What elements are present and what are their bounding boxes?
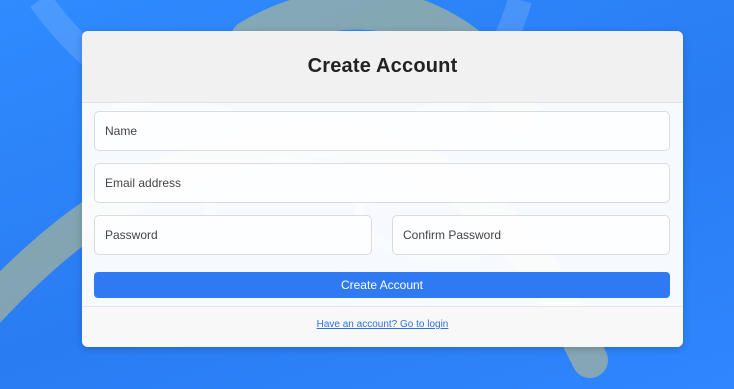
card-header: Create Account [82,31,683,103]
card-footer: Have an account? Go to login [82,306,683,347]
email-input[interactable] [94,163,670,203]
password-input[interactable] [94,215,372,255]
name-input[interactable] [94,111,670,151]
create-account-button[interactable]: Create Account [94,272,670,298]
confirm-password-input[interactable] [392,215,670,255]
go-to-login-link[interactable]: Have an account? Go to login [82,319,683,330]
page-title: Create Account [307,55,458,77]
create-account-card: Create Account Create Account Have an ac… [82,31,683,347]
